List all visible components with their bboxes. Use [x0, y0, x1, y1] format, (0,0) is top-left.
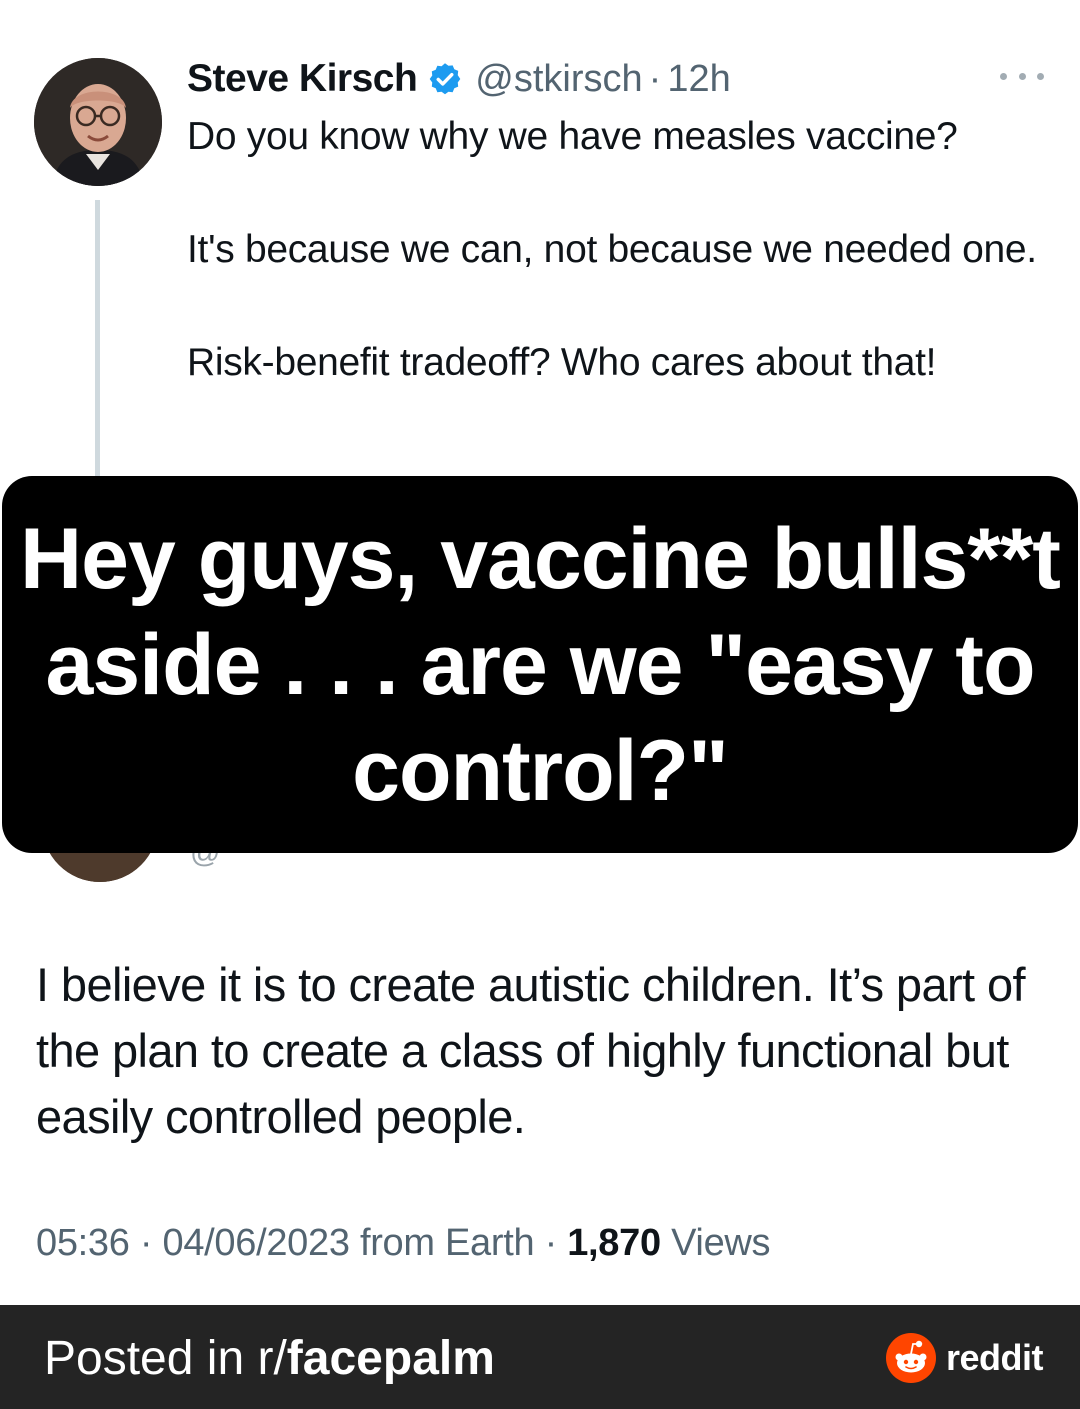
- views-label: Views: [671, 1222, 771, 1264]
- caption-text: Hey guys, vaccine bulls**t aside . . . a…: [20, 510, 1061, 819]
- posted-in-label: Posted in r/facepalm: [44, 1331, 495, 1386]
- reply-body: I believe it is to create autistic child…: [36, 958, 1026, 1143]
- tweet-timestamp[interactable]: 12h: [667, 58, 730, 101]
- source-footer: Posted in r/facepalm reddit: [0, 1305, 1080, 1409]
- author-avatar[interactable]: [34, 58, 162, 186]
- views-count[interactable]: 1,870: [567, 1222, 661, 1264]
- reddit-logo-icon: [886, 1333, 936, 1383]
- tweet-paragraph: Do you know why we have measles vaccine?: [187, 115, 958, 158]
- tweet-paragraph: It's because we can, not because we need…: [187, 228, 1037, 271]
- caption-overlay: Hey guys, vaccine bulls**t aside . . . a…: [2, 476, 1078, 853]
- reply-date[interactable]: 04/06/2023: [162, 1222, 349, 1264]
- meta-separator: ·: [139, 1222, 153, 1264]
- thread-connector-line: [95, 200, 100, 490]
- tweet-paragraph: Risk-benefit tradeoff? Who cares about t…: [187, 341, 937, 384]
- author-display-name[interactable]: Steve Kirsch: [187, 57, 418, 101]
- tweet-header: Steve Kirsch @stkirsch · 12h: [187, 56, 731, 102]
- reply-meta: 05:36 · 04/06/2023 from Earth · 1,870 Vi…: [36, 1222, 771, 1265]
- reply-time[interactable]: 05:36: [36, 1222, 130, 1264]
- tweet-body: Do you know why we have measles vaccine?…: [187, 108, 1067, 391]
- more-options-icon[interactable]: [1000, 64, 1044, 88]
- meta-separator: ·: [544, 1222, 558, 1264]
- reply-source: from Earth: [359, 1222, 535, 1264]
- subreddit-name[interactable]: facepalm: [287, 1332, 495, 1385]
- verified-badge-icon: [427, 61, 463, 97]
- reddit-brand[interactable]: reddit: [886, 1333, 1044, 1383]
- reddit-wordmark: reddit: [946, 1337, 1044, 1378]
- author-handle[interactable]: @stkirsch: [475, 58, 642, 101]
- posted-prefix: Posted in r/: [44, 1332, 287, 1385]
- header-separator: ·: [648, 57, 662, 100]
